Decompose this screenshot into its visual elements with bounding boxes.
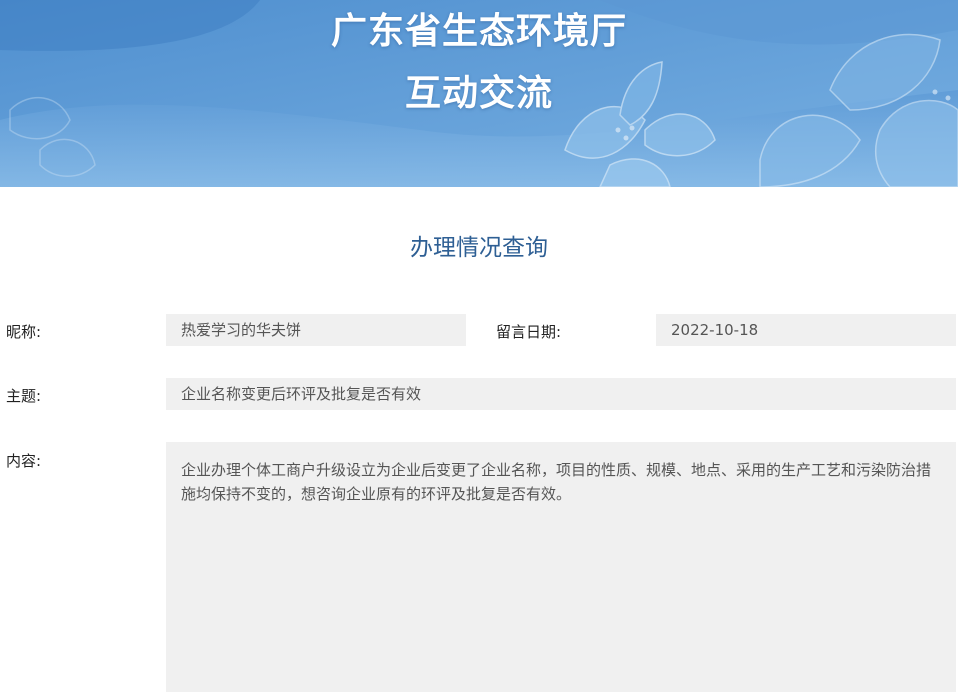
subject-label: 主题: (6, 387, 42, 405)
nickname-field: 热爱学习的华夫饼 (166, 314, 466, 346)
content-field: 企业办理个体工商户升级设立为企业后变更了企业名称，项目的性质、规模、地点、采用的… (166, 442, 956, 692)
nickname-label: 昵称: (6, 323, 42, 341)
subject-field: 企业名称变更后环评及批复是否有效 (166, 378, 956, 410)
date-field: 2022-10-18 (656, 314, 956, 346)
date-label: 留言日期: (496, 323, 562, 341)
content-label: 内容: (6, 452, 42, 470)
site-title: 广东省生态环境厅 (330, 11, 627, 52)
header-banner: 广东省生态环境厅 互动交流 (0, 0, 958, 187)
site-subtitle: 互动交流 (404, 73, 553, 114)
page-title: 办理情况查询 (410, 235, 548, 261)
